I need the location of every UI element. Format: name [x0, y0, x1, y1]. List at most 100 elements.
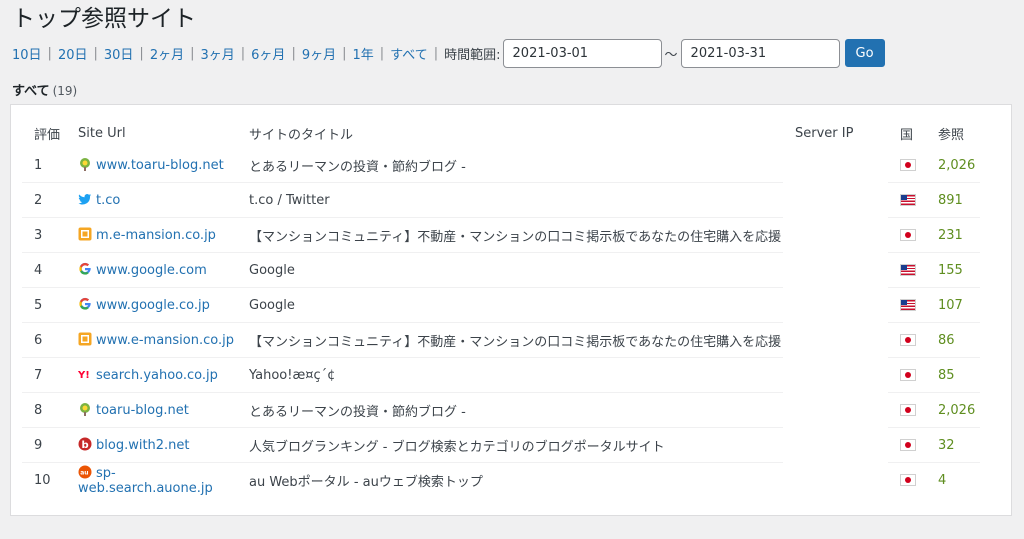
header-country: 国 [900, 127, 914, 143]
rank-cell: 4 [22, 252, 66, 288]
referrals-cell: 86 [926, 322, 980, 358]
japan-flag-icon [900, 474, 916, 486]
referrers-table: 評価 Site Url サイトのタイトル Server IP 国 参照 1 ww… [22, 118, 980, 497]
table-row: 10 au sp-web.search.auone.jp au Webポータル -… [22, 462, 980, 498]
start-date-input[interactable] [502, 38, 662, 68]
rank-cell: 8 [22, 392, 66, 428]
site-url-link[interactable]: t.co [96, 193, 120, 208]
range-link-20d[interactable]: 20日 [58, 44, 88, 63]
table-row: 7 Y! search.yahoo.co.jp Yahoo!æ¤ç´¢ 85 [22, 357, 980, 393]
range-link-9m[interactable]: 9ヶ月 [302, 44, 336, 63]
table-row: 1 www.toaru-blog.net とあるリーマンの投資・節約ブログ - … [22, 148, 980, 183]
title-cell: 【マンションコミュニティ】不動産・マンションの口コミ掲示板であなたの住宅購入を応… [237, 322, 783, 358]
referrals-cell: 2,026 [938, 157, 976, 173]
table-row: 9 b blog.with2.net 人気ブログランキング - ブログ検索とカテゴ… [22, 427, 980, 463]
url-cell: t.co [66, 182, 237, 218]
range-link-10d[interactable]: 10日 [12, 44, 42, 63]
server-ip-cell [783, 358, 888, 393]
filter-summary: すべて (19) [12, 80, 77, 99]
twitter-icon [78, 192, 92, 206]
referrals-cell: 4 [926, 462, 980, 497]
end-date-input[interactable] [680, 38, 840, 68]
japan-flag-icon [900, 369, 916, 381]
site-url-link[interactable]: www.toaru-blog.net [96, 158, 224, 173]
table-row: 3 m.e-mansion.co.jp 【マンションコミュニティ】不動産・マンシ… [22, 217, 980, 253]
separator: | [139, 45, 144, 61]
title-cell: au Webポータル - auウェブ検索トップ [237, 462, 783, 497]
country-cell [888, 357, 926, 393]
url-cell: www.google.co.jp [66, 287, 237, 323]
referrals-cell: 85 [926, 357, 980, 393]
separator: | [379, 45, 385, 61]
japan-flag-icon [900, 159, 916, 171]
country-cell [888, 217, 926, 253]
referrals-cell: 32 [926, 427, 980, 463]
separator: | [291, 45, 296, 61]
svg-text:Y!: Y! [78, 370, 90, 381]
page-title: トップ参照サイト [12, 6, 196, 32]
range-link-3m[interactable]: 3ヶ月 [200, 44, 234, 63]
range-link-all[interactable]: すべて [390, 44, 428, 63]
server-ip-cell [783, 463, 888, 498]
with2-icon: b [78, 437, 92, 451]
header-site-url: Site Url [78, 125, 126, 141]
country-cell [888, 252, 926, 288]
header-site-title: サイトのタイトル [249, 127, 354, 143]
usa-flag-icon [900, 194, 916, 206]
japan-flag-icon [900, 404, 916, 416]
range-link-30d[interactable]: 30日 [104, 44, 134, 63]
rank-cell: 1 [34, 157, 43, 173]
google-icon [78, 262, 92, 276]
country-cell [888, 287, 926, 323]
separator: | [190, 45, 195, 61]
site-url-link[interactable]: www.google.co.jp [96, 298, 210, 313]
range-link-6m[interactable]: 6ヶ月 [251, 44, 285, 63]
site-url-link[interactable]: search.yahoo.co.jp [96, 368, 218, 383]
separator: | [47, 45, 52, 61]
server-ip-cell [783, 323, 888, 358]
title-cell: t.co / Twitter [237, 182, 783, 218]
separator: | [93, 45, 98, 61]
country-cell [888, 148, 926, 183]
referrals-cell: 107 [926, 287, 980, 323]
title-cell: Google [237, 252, 783, 288]
range-link-1y[interactable]: 1年 [353, 44, 374, 63]
url-cell: Y! search.yahoo.co.jp [66, 357, 237, 393]
toaru-blog-icon [78, 157, 92, 171]
japan-flag-icon [900, 229, 916, 241]
site-url-link[interactable]: blog.with2.net [96, 438, 190, 453]
table-header-row: 評価 Site Url サイトのタイトル Server IP 国 参照 [22, 118, 980, 148]
separator: | [342, 45, 347, 61]
japan-flag-icon [900, 334, 916, 346]
site-url-link[interactable]: www.e-mansion.co.jp [96, 333, 234, 348]
japan-flag-icon [900, 439, 916, 451]
title-cell: Google [237, 287, 783, 323]
server-ip-cell [783, 253, 888, 288]
url-cell: www.google.com [66, 252, 237, 288]
referrals-cell: 891 [926, 182, 980, 218]
server-ip-cell [783, 148, 888, 183]
site-url-link[interactable]: sp-web.search.auone.jp [78, 466, 213, 496]
auone-icon: au [78, 465, 92, 479]
country-cell [888, 182, 926, 218]
header-server-ip: Server IP [795, 125, 854, 141]
url-cell: m.e-mansion.co.jp [66, 217, 237, 253]
country-cell [888, 427, 926, 463]
server-ip-cell [783, 288, 888, 323]
referrals-cell: 155 [926, 252, 980, 288]
title-cell: 【マンションコミュニティ】不動産・マンションの口コミ掲示板であなたの住宅購入を応… [237, 217, 783, 253]
title-cell: 人気ブログランキング - ブログ検索とカテゴリのブログポータルサイト [237, 427, 783, 463]
site-url-link[interactable]: m.e-mansion.co.jp [96, 228, 216, 243]
table-row: 2 t.co t.co / Twitter 891 [22, 182, 980, 218]
table-row: 8 toaru-blog.net とあるリーマンの投資・節約ブログ - 2,02… [22, 392, 980, 428]
svg-text:b: b [82, 440, 89, 451]
server-ip-cell [783, 393, 888, 428]
go-button[interactable]: Go [844, 39, 885, 67]
range-link-2m[interactable]: 2ヶ月 [150, 44, 184, 63]
site-url-link[interactable]: toaru-blog.net [96, 403, 189, 418]
site-url-link[interactable]: www.google.com [96, 263, 207, 278]
filter-count: (19) [52, 84, 78, 98]
referrers-panel: 評価 Site Url サイトのタイトル Server IP 国 参照 1 ww… [10, 104, 1012, 516]
server-ip-cell [783, 218, 888, 253]
table-row: 5 www.google.co.jp Google 107 [22, 287, 980, 323]
